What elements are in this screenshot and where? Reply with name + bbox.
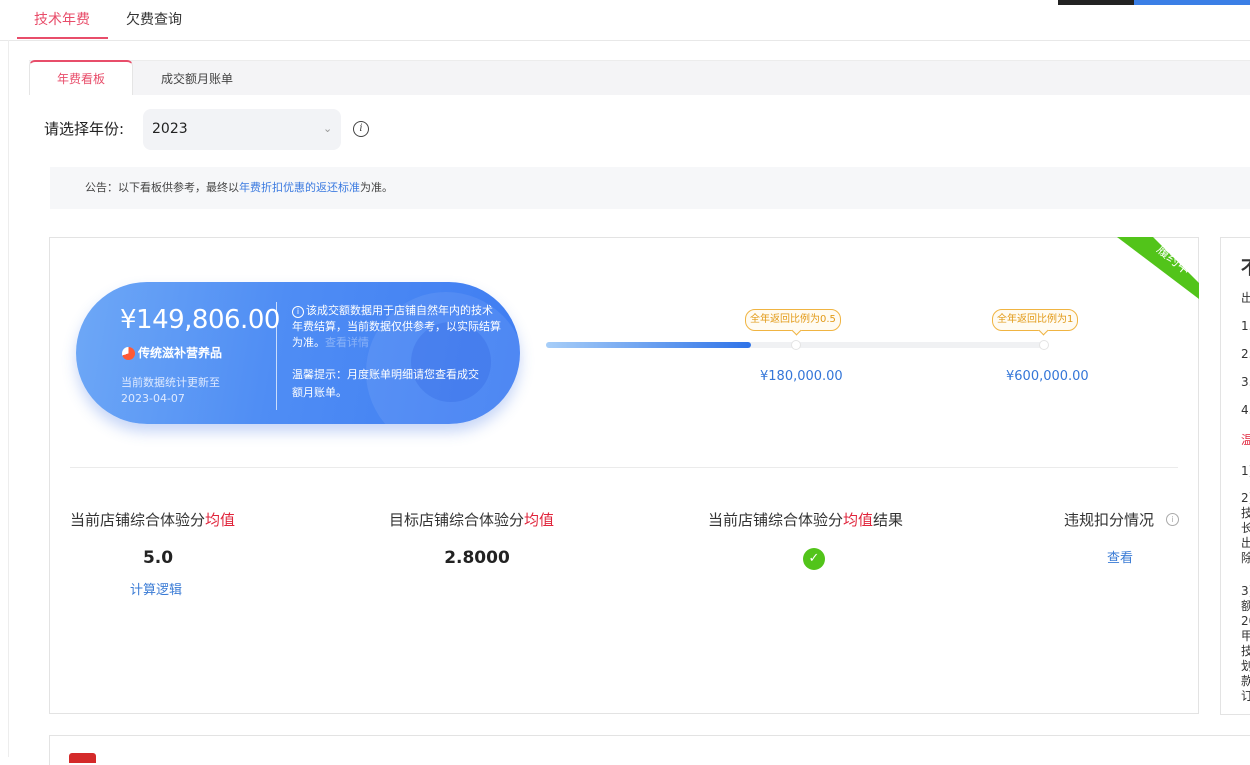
rules-line: 4. [1241,403,1250,417]
milestone-badge: 全年返回比例为1 [992,309,1079,331]
rules-line: 技 [1241,506,1250,520]
rules-line: 20 [1241,614,1250,628]
rules-line: 甲 [1241,629,1250,643]
content-border [8,40,9,757]
status-ribbon: 履约中 [1117,237,1199,299]
turnover-note-faint: 查看详情 [325,336,369,349]
check-icon: ✓ [803,548,825,570]
year-select-value: 2023 [152,121,188,137]
rules-line: 额 [1241,599,1250,613]
progress-node [791,340,801,350]
corner-banner-fragment [1134,0,1250,5]
rules-warning: 温 [1241,433,1250,447]
sub-tab-bar: 年费看板 成交额月账单 [29,60,1250,95]
score-result-label-text: 当前店铺综合体验分 [708,511,844,529]
update-label: 当前数据统计更新至 [121,376,220,389]
rules-line: 划 [1241,659,1250,673]
turnover-note-text: 该成交额数据用于店铺自然年内的技术年费结算，当前数据仅供参考，以实际结算为准。 [292,304,501,349]
notice-prefix: 公告：以下看板供参考，最终以 [85,181,239,194]
rules-line: 技 [1241,644,1250,658]
tab-fee-dashboard[interactable]: 年费看板 [57,71,105,87]
turnover-amount: ¥149,806.00 [120,305,280,335]
rules-line: 长 [1241,521,1250,535]
current-score-label: 当前店铺综合体验分均值 [70,509,235,531]
notice-link[interactable]: 年费折扣优惠的返还标准 [239,181,360,194]
target-score-label-text: 目标店铺综合体验分 [389,511,525,529]
rules-line: 2) [1241,491,1250,505]
rules-line: 出 [1241,536,1250,550]
rules-line: 订 [1241,689,1250,703]
card-divider [70,467,1178,468]
year-select-label: 请选择年份: [44,120,125,138]
rules-side-panel: 不 出 1. 2. 3. 4. 温 1) 2) 技 长 出 除 3) 额 20 … [1220,237,1250,715]
rules-line: 出 [1241,291,1250,305]
info-icon[interactable]: i [1166,513,1179,526]
year-select[interactable]: 2023 ⌄ [143,109,341,150]
target-score-label-highlight: 均值 [524,511,555,529]
rules-line: 2. [1241,347,1250,361]
update-date: 2023-04-07 [121,392,185,405]
rules-line: 款 [1241,674,1250,688]
rules-line: 1) [1241,464,1250,478]
chevron-down-icon: ⌄ [323,122,333,135]
active-tab-indicator [17,37,108,39]
milestone-amount: ¥180,000.00 [760,369,843,384]
turnover-note: i 该成交额数据用于店铺自然年内的技术年费结算，当前数据仅供参考，以实际结算为准。… [292,303,502,351]
rules-line: 1. [1241,319,1250,333]
calc-logic-link[interactable]: 计算逻辑 [130,582,182,600]
rules-line: 3) [1241,584,1250,598]
notice-bar: 公告：以下看板供参考，最终以年费折扣优惠的返还标准为准。 [50,167,1250,209]
next-section-card [49,735,1250,765]
target-score-value: 2.8000 [444,548,510,568]
tab-arrears-query[interactable]: 欠费查询 [126,10,182,30]
violation-view-link[interactable]: 查看 [1107,550,1133,568]
progress-fill [546,342,751,348]
turnover-summary-pill: ¥149,806.00 传统滋补营养品 当前数据统计更新至 2023-04-07… [76,282,520,424]
corner-image-fragment [1058,0,1134,5]
section-icon [69,753,96,763]
tab-tech-annual-fee[interactable]: 技术年费 [34,10,90,30]
score-result-label-suffix: 结果 [873,511,904,529]
category-pie-icon [122,347,135,360]
main-tab-bar: 技术年费 欠费查询 [0,0,1250,41]
monthly-bill-tip: 温馨提示：月度账单明细请您查看成交额月账单。 [292,368,479,399]
current-score-value: 5.0 [142,548,174,568]
rules-line: 3. [1241,375,1250,389]
progress-node [1039,340,1049,350]
store-category: 传统滋补营养品 [138,346,223,360]
info-outline-icon: i [292,306,304,318]
score-result-label-highlight: 均值 [843,511,874,529]
score-result-label: 当前店铺综合体验分均值结果 [708,509,903,531]
notice-suffix: 为准。 [360,181,393,194]
current-score-label-highlight: 均值 [205,511,236,529]
current-score-label-text: 当前店铺综合体验分 [70,511,206,529]
tab-monthly-bill[interactable]: 成交额月账单 [161,71,233,87]
info-icon[interactable]: i [353,121,369,137]
pill-divider [276,302,277,410]
rules-line: 除 [1241,551,1250,565]
milestone-amount: ¥600,000.00 [1006,369,1089,384]
notice-text: 公告：以下看板供参考，最终以年费折扣优惠的返还标准为准。 [85,180,393,196]
rules-title-fragment: 不 [1241,258,1250,280]
target-score-label: 目标店铺综合体验分均值 [389,509,554,531]
violation-label: 违规扣分情况 [1064,511,1155,529]
